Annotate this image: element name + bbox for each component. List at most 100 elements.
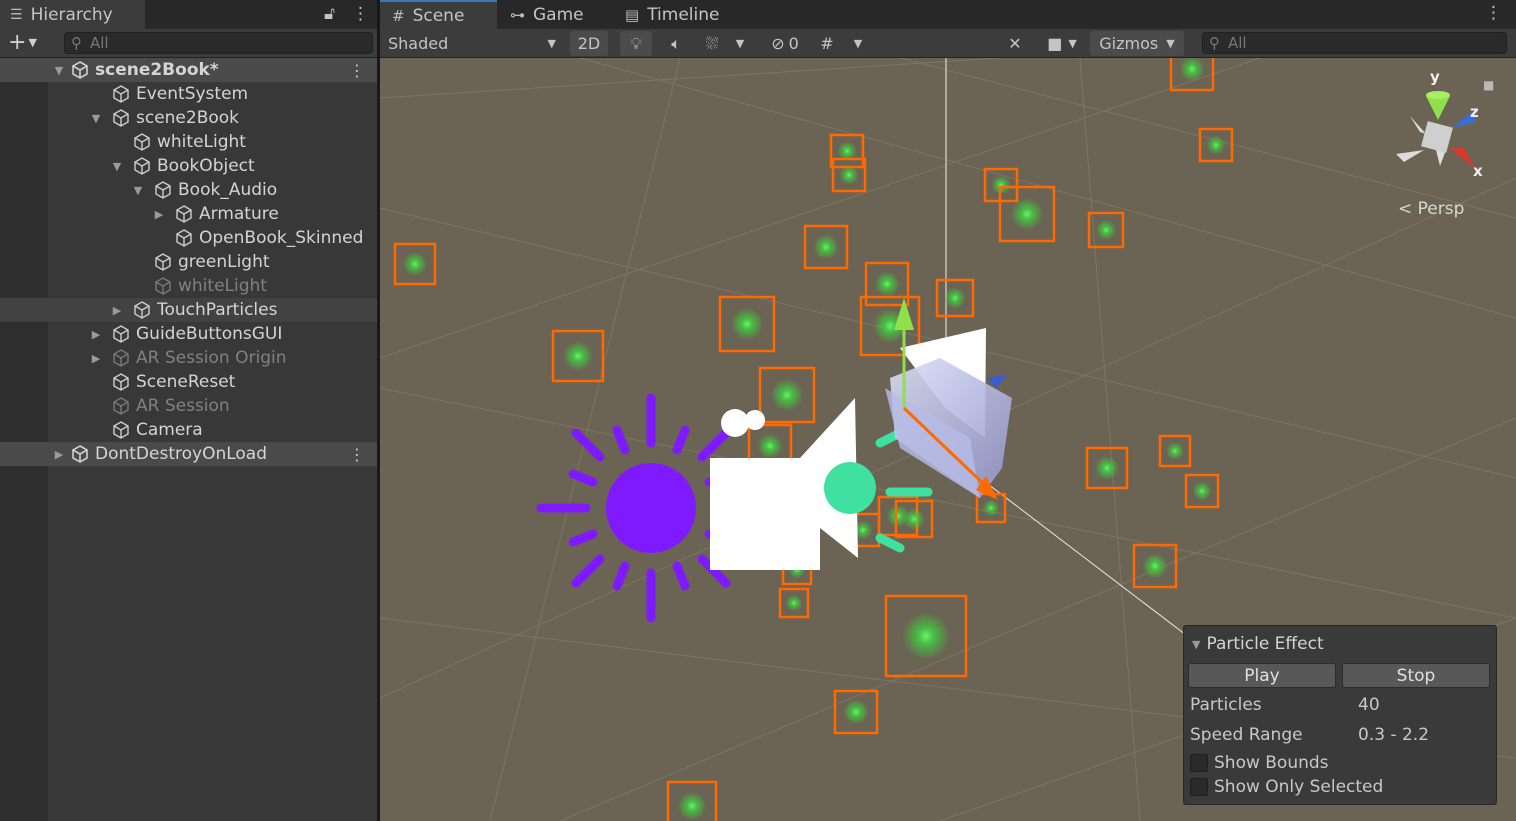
- expand-arrow-down-icon[interactable]: ▼: [52, 64, 66, 77]
- particle: [1010, 197, 1044, 231]
- gameobject-cube-icon: [111, 324, 131, 344]
- hierarchy-item[interactable]: ▶ GuideButtonsGUI: [0, 322, 377, 346]
- hierarchy-item[interactable]: whiteLight: [0, 130, 377, 154]
- lighting-toggle-button[interactable]: 💡︎: [620, 31, 652, 56]
- tab-timeline[interactable]: ▤ Timeline: [613, 0, 743, 29]
- grid-toggle-button[interactable]: #: [814, 31, 840, 56]
- hierarchy-item[interactable]: Camera: [0, 418, 377, 442]
- chevron-left-icon: <: [1398, 199, 1413, 219]
- projection-label: Persp: [1417, 199, 1465, 219]
- hierarchy-item[interactable]: ▼ scene2Book: [0, 106, 377, 130]
- stop-button[interactable]: Stop: [1342, 663, 1490, 688]
- 2d-toggle-button[interactable]: 2D: [570, 31, 608, 56]
- 2d-label: 2D: [577, 34, 601, 53]
- play-label: Play: [1244, 665, 1280, 686]
- tab-scene-label: Scene: [412, 5, 465, 26]
- hidden-count: 0: [788, 34, 799, 53]
- expand-arrow-down-icon[interactable]: ▼: [89, 112, 103, 125]
- hierarchy-item[interactable]: ▶ TouchParticles: [0, 298, 377, 322]
- scene-search-input[interactable]: ⚲ All: [1202, 32, 1507, 54]
- hierarchy-item[interactable]: ▼ Book_Audio: [0, 178, 377, 202]
- expand-arrow-down-icon[interactable]: ▼: [110, 160, 124, 173]
- particle: [1206, 135, 1226, 155]
- expand-arrow-right-icon[interactable]: ▶: [152, 208, 166, 221]
- kebab-menu-icon[interactable]: ⋮: [1485, 3, 1502, 23]
- particles-value: 40: [1358, 695, 1380, 715]
- gameobject-cube-icon: [153, 252, 173, 272]
- kebab-menu-icon[interactable]: ⋮: [352, 4, 369, 24]
- camera-icon: ■: [1047, 34, 1063, 53]
- tools-button[interactable]: ✕: [1002, 31, 1028, 56]
- add-label: +: [8, 30, 27, 55]
- expand-arrow-right-icon[interactable]: ▶: [110, 304, 124, 317]
- hierarchy-item-label: whiteLight: [178, 276, 267, 296]
- hierarchy-item[interactable]: ▼ BookObject: [0, 154, 377, 178]
- effects-dropdown[interactable]: ▼: [732, 31, 748, 56]
- tab-game-label: Game: [533, 4, 584, 25]
- particle: [1095, 219, 1117, 241]
- orientation-gizmo[interactable]: [1396, 91, 1476, 170]
- tab-game[interactable]: ⊶ Game: [498, 0, 613, 29]
- particle: [563, 341, 593, 371]
- hash-icon: #: [392, 6, 405, 25]
- show-bounds-label: Show Bounds: [1214, 753, 1329, 773]
- hierarchy-item[interactable]: SceneReset: [0, 370, 377, 394]
- expand-arrow-right-icon[interactable]: ▶: [89, 328, 103, 341]
- show-bounds-row[interactable]: Show Bounds: [1190, 752, 1490, 774]
- show-only-selected-checkbox[interactable]: [1190, 778, 1208, 796]
- hidden-objects-toggle[interactable]: ⊘ 0: [764, 31, 806, 56]
- hierarchy-item-label: GuideButtonsGUI: [136, 324, 283, 344]
- lightbulb-icon: 💡︎: [630, 33, 642, 53]
- particle: [403, 252, 427, 276]
- unity-scene-icon: [70, 444, 90, 464]
- hierarchy-item[interactable]: whiteLight: [0, 274, 377, 298]
- hierarchy-item[interactable]: AR Session: [0, 394, 377, 418]
- play-button[interactable]: Play: [1188, 663, 1336, 688]
- grid-icon: #: [820, 34, 834, 53]
- scene-row[interactable]: ▶ DontDestroyOnLoad ⋮: [0, 442, 377, 466]
- scene-menu-icon[interactable]: ⋮: [349, 445, 365, 464]
- particles-label: Particles: [1190, 695, 1262, 715]
- scene-row[interactable]: ▼ scene2Book* ⋮: [0, 58, 377, 82]
- wrench-icon: ✕: [1008, 34, 1022, 53]
- hierarchy-item[interactable]: EventSystem: [0, 82, 377, 106]
- hierarchy-item-label: BookObject: [157, 156, 255, 176]
- hierarchy-item-label: OpenBook_Skinned: [199, 228, 364, 248]
- tab-timeline-label: Timeline: [647, 4, 720, 25]
- gizmos-dropdown[interactable]: Gizmos ▼: [1090, 31, 1184, 56]
- show-only-selected-row[interactable]: Show Only Selected: [1190, 776, 1490, 798]
- speaker-icon: 🔈︎: [671, 33, 681, 53]
- hierarchy-item-label: TouchParticles: [157, 300, 278, 320]
- tab-scene[interactable]: # Scene: [380, 0, 497, 29]
- scene-viewport[interactable]: y z x ■ < Persp ▼ Particle Effect Play S…: [380, 58, 1516, 821]
- hierarchy-item[interactable]: ▶ Armature: [0, 202, 377, 226]
- effects-toggle-button[interactable]: ⛆: [698, 31, 726, 56]
- particle: [944, 287, 966, 309]
- projection-toggle[interactable]: < Persp: [1398, 199, 1464, 219]
- draw-mode-dropdown[interactable]: Shaded ▼: [384, 31, 560, 56]
- draw-mode-value: Shaded: [388, 34, 449, 53]
- scene-menu-icon[interactable]: ⋮: [349, 61, 365, 80]
- lock-icon[interactable]: ■: [1483, 78, 1494, 92]
- show-bounds-checkbox[interactable]: [1190, 754, 1208, 772]
- expand-arrow-down-icon[interactable]: ▼: [131, 184, 145, 197]
- gameobject-cube-icon: [132, 132, 152, 152]
- audio-toggle-button[interactable]: 🔈︎: [662, 31, 690, 56]
- unity-scene-icon: [70, 60, 90, 80]
- hierarchy-search-input[interactable]: ⚲ All: [64, 32, 373, 54]
- particle-effect-header[interactable]: ▼ Particle Effect: [1192, 634, 1324, 654]
- hierarchy-item-label: Armature: [199, 204, 279, 224]
- lock-icon[interactable]: 🔓︎: [324, 4, 335, 24]
- grid-dropdown[interactable]: ▼: [850, 31, 866, 56]
- add-object-button[interactable]: + ▼: [8, 31, 37, 55]
- hierarchy-item[interactable]: ▶ AR Session Origin: [0, 346, 377, 370]
- hierarchy-item[interactable]: OpenBook_Skinned: [0, 226, 377, 250]
- expand-arrow-right-icon[interactable]: ▶: [52, 448, 66, 461]
- particle: [903, 508, 925, 530]
- hierarchy-item[interactable]: greenLight: [0, 250, 377, 274]
- tab-hierarchy[interactable]: ☰ Hierarchy: [0, 0, 145, 29]
- particle: [1192, 481, 1212, 501]
- foldout-arrow-icon: ▼: [1192, 637, 1201, 651]
- expand-arrow-right-icon[interactable]: ▶: [89, 352, 103, 365]
- camera-settings-dropdown[interactable]: ■ ▼: [1040, 31, 1084, 56]
